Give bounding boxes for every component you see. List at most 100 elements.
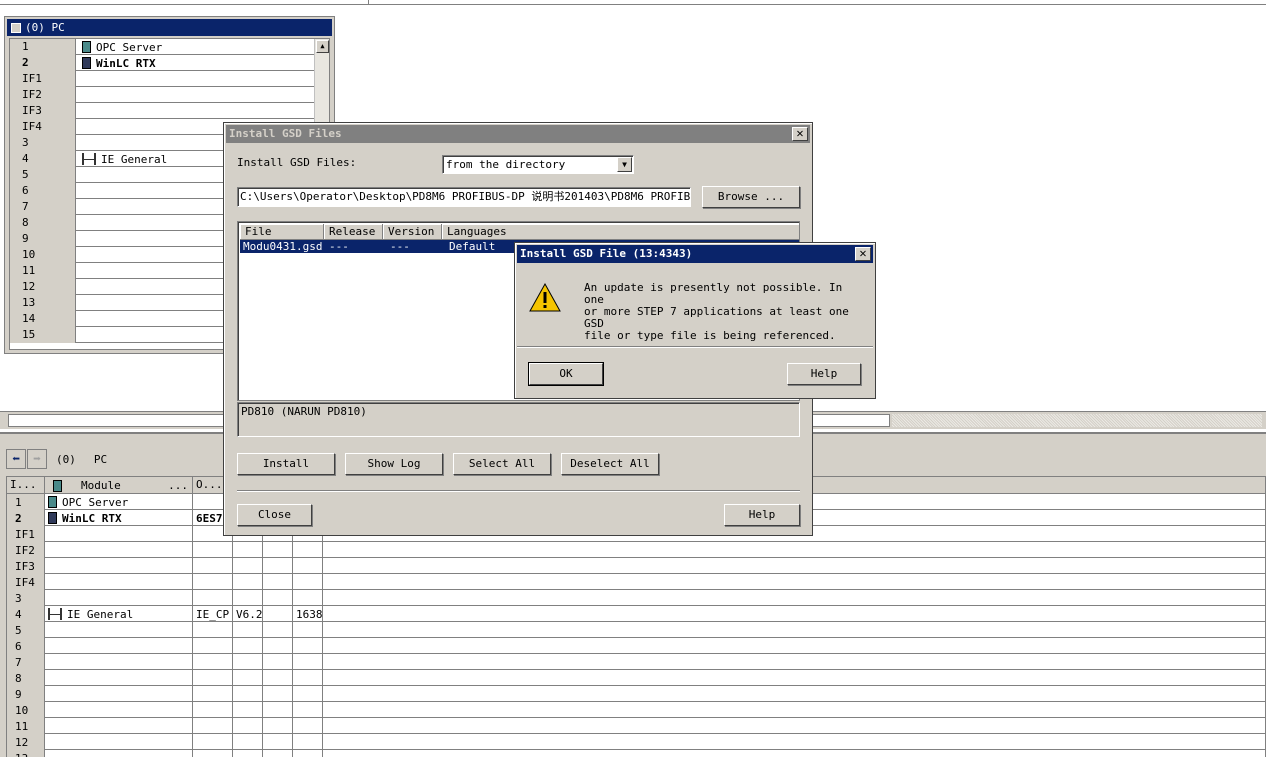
station-module-cell[interactable]: OPC Server	[76, 39, 316, 55]
detail-address-cell[interactable]	[293, 558, 323, 574]
detail-firmware-cell[interactable]	[233, 542, 263, 558]
detail-row[interactable]: 6	[7, 638, 1265, 654]
detail-module-cell[interactable]	[45, 750, 193, 757]
detail-mpi-cell[interactable]	[263, 574, 293, 590]
gsd-source-select[interactable]: from the directory ▼	[442, 155, 634, 174]
detail-row[interactable]: 10	[7, 702, 1265, 718]
detail-mpi-cell[interactable]	[263, 622, 293, 638]
detail-firmware-cell[interactable]	[233, 574, 263, 590]
detail-firmware-cell[interactable]	[233, 734, 263, 750]
detail-module-cell[interactable]	[45, 542, 193, 558]
detail-row[interactable]: 7	[7, 654, 1265, 670]
gsd-help-button[interactable]: Help	[724, 504, 800, 526]
error-help-button[interactable]: Help	[787, 363, 861, 385]
detail-firmware-cell[interactable]	[233, 622, 263, 638]
detail-order-cell[interactable]	[193, 638, 233, 654]
install-gsd-error-dialog[interactable]: Install GSD File (13:4343) ✕ An update i…	[514, 242, 876, 399]
detail-module-cell[interactable]	[45, 574, 193, 590]
deselect-all-button[interactable]: Deselect All	[561, 453, 659, 475]
detail-module-cell[interactable]	[45, 670, 193, 686]
col-version-header[interactable]: Version	[383, 224, 442, 240]
detail-address-cell[interactable]	[293, 622, 323, 638]
gsd-path-field[interactable]: C:\Users\Operator\Desktop\PD8M6 PROFIBUS…	[237, 187, 691, 207]
station-row[interactable]: IF2	[10, 87, 316, 103]
detail-order-cell[interactable]	[193, 558, 233, 574]
detail-address-cell[interactable]	[293, 638, 323, 654]
detail-address-cell[interactable]	[293, 574, 323, 590]
detail-address-cell[interactable]	[293, 654, 323, 670]
detail-address-cell[interactable]	[293, 750, 323, 757]
detail-firmware-cell[interactable]: V6.2.	[233, 606, 263, 622]
detail-order-cell[interactable]	[193, 654, 233, 670]
detail-module-cell[interactable]	[45, 734, 193, 750]
detail-module-cell[interactable]	[45, 654, 193, 670]
detail-mpi-cell[interactable]	[263, 542, 293, 558]
col-index-header[interactable]: I...	[7, 477, 45, 494]
detail-address-cell[interactable]	[293, 670, 323, 686]
detail-row[interactable]: 9	[7, 686, 1265, 702]
detail-address-cell[interactable]	[293, 542, 323, 558]
detail-mpi-cell[interactable]	[263, 718, 293, 734]
detail-row[interactable]: 3	[7, 590, 1265, 606]
station-module-cell[interactable]: WinLC RTX	[76, 55, 316, 71]
detail-address-cell[interactable]: 16383	[293, 606, 323, 622]
station-row[interactable]: 2 WinLC RTX	[10, 55, 316, 71]
detail-address-cell[interactable]	[293, 590, 323, 606]
detail-row[interactable]: 4 IE General IE_CP V6.2. 16383	[7, 606, 1265, 622]
detail-firmware-cell[interactable]	[233, 638, 263, 654]
detail-firmware-cell[interactable]	[233, 702, 263, 718]
detail-firmware-cell[interactable]	[233, 750, 263, 757]
detail-module-cell[interactable]	[45, 558, 193, 574]
station-module-cell[interactable]	[76, 71, 316, 87]
scroll-up-icon[interactable]: ▲	[316, 40, 329, 53]
detail-order-cell[interactable]	[193, 542, 233, 558]
detail-module-cell[interactable]	[45, 590, 193, 606]
detail-row[interactable]: 8	[7, 670, 1265, 686]
detail-row[interactable]: 5	[7, 622, 1265, 638]
detail-order-cell[interactable]	[193, 718, 233, 734]
ok-button[interactable]: OK	[528, 362, 604, 386]
detail-module-cell[interactable]	[45, 638, 193, 654]
detail-mpi-cell[interactable]	[263, 670, 293, 686]
station-module-cell[interactable]	[76, 103, 316, 119]
detail-module-cell[interactable]	[45, 702, 193, 718]
show-log-button[interactable]: Show Log	[345, 453, 443, 475]
gsd-close-icon[interactable]: ✕	[792, 127, 808, 141]
detail-firmware-cell[interactable]	[233, 590, 263, 606]
error-dialog-title-bar[interactable]: Install GSD File (13:4343)	[517, 245, 873, 263]
detail-row[interactable]: 11	[7, 718, 1265, 734]
detail-address-cell[interactable]	[293, 702, 323, 718]
col-file-header[interactable]: File	[240, 224, 324, 240]
col-languages-header[interactable]: Languages	[442, 224, 799, 240]
detail-order-cell[interactable]	[193, 670, 233, 686]
detail-mpi-cell[interactable]	[263, 558, 293, 574]
detail-firmware-cell[interactable]	[233, 670, 263, 686]
chevron-down-icon[interactable]: ▼	[617, 157, 632, 172]
detail-address-cell[interactable]	[293, 734, 323, 750]
back-arrow-icon[interactable]: ⬅	[6, 449, 26, 469]
detail-mpi-cell[interactable]	[263, 606, 293, 622]
detail-module-cell[interactable]: OPC Server	[45, 494, 193, 510]
detail-order-cell[interactable]	[193, 622, 233, 638]
forward-arrow-icon[interactable]: ➡	[27, 449, 47, 469]
station-row[interactable]: IF3	[10, 103, 316, 119]
detail-row[interactable]: 12	[7, 734, 1265, 750]
detail-mpi-cell[interactable]	[263, 734, 293, 750]
detail-module-cell[interactable]: IE General	[45, 606, 193, 622]
detail-address-cell[interactable]	[293, 718, 323, 734]
station-row[interactable]: IF1	[10, 71, 316, 87]
detail-module-cell[interactable]	[45, 526, 193, 542]
detail-module-cell[interactable]	[45, 622, 193, 638]
detail-order-cell[interactable]: IE_CP	[193, 606, 233, 622]
detail-module-cell[interactable]: WinLC RTX	[45, 510, 193, 526]
detail-row[interactable]: IF4	[7, 574, 1265, 590]
detail-mpi-cell[interactable]	[263, 638, 293, 654]
detail-mpi-cell[interactable]	[263, 654, 293, 670]
detail-mpi-cell[interactable]	[263, 590, 293, 606]
detail-mpi-cell[interactable]	[263, 750, 293, 757]
detail-row[interactable]: 13	[7, 750, 1265, 757]
detail-firmware-cell[interactable]	[233, 718, 263, 734]
col-module-header[interactable]: Module ...	[45, 477, 193, 494]
browse-button[interactable]: Browse ...	[702, 186, 800, 208]
detail-order-cell[interactable]	[193, 750, 233, 757]
